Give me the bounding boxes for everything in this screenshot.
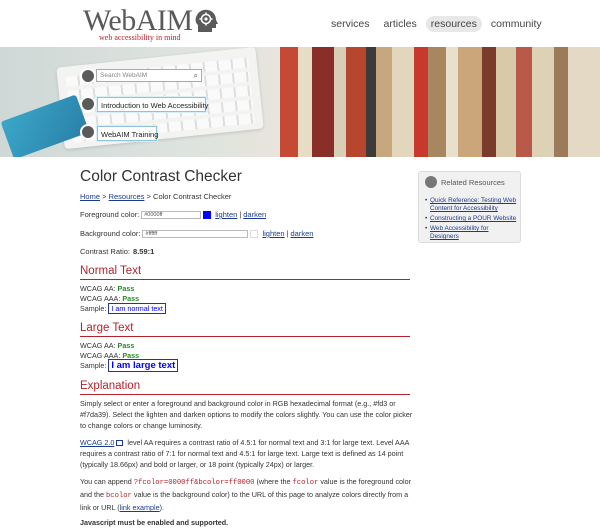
sample-label: Sample: (80, 304, 107, 313)
head-icon (425, 176, 437, 188)
explanation-paragraph-1: Simply select or enter a foreground and … (80, 399, 413, 430)
search-icon[interactable]: ⌕ (194, 71, 198, 81)
pass-badge: Pass (117, 341, 135, 350)
background-color-picker[interactable] (250, 229, 259, 238)
contrast-ratio-value: 8.59:1 (133, 247, 155, 256)
related-link-pour-website[interactable]: Constructing a POUR Website (430, 215, 516, 222)
fcolor-code: fcolor (292, 479, 319, 487)
list-item: Constructing a POUR Website (425, 215, 517, 223)
sample-label: Sample: (80, 361, 107, 370)
related-link-quick-reference[interactable]: Quick Reference: Testing Web Content for… (430, 197, 516, 212)
large-text-sample: I am large text (108, 359, 179, 372)
banner-books-image (280, 47, 600, 157)
wcag-aaa-label: WCAG AAA: (80, 294, 121, 303)
contrast-ratio-label: Contrast Ratio: (80, 247, 131, 256)
contrast-ratio: Contrast Ratio: 8.59:1 (80, 247, 154, 256)
foreground-color-input[interactable]: #0000ff (141, 210, 202, 219)
page-title: Color Contrast Checker (80, 168, 242, 185)
background-color-input[interactable]: #ffffff (142, 229, 249, 238)
background-row: Background color: #ffffff lighten | dark… (80, 229, 313, 238)
webaim-training-link[interactable]: WebAIM Training (97, 126, 158, 141)
javascript-notice: Javascript must be enabled and supported… (80, 518, 229, 527)
nav-resources[interactable]: resources (425, 16, 482, 32)
nav-articles[interactable]: articles (379, 16, 422, 32)
wcag-aa-label: WCAG AA: (80, 341, 116, 350)
webaim-logo[interactable]: WebAIM web accessibility in mind (83, 6, 223, 42)
pass-badge: Pass (117, 284, 135, 293)
related-resources-title: Related Resources (441, 178, 505, 187)
breadcrumb-separator: > (146, 192, 151, 201)
foreground-label: Foreground color: (80, 210, 140, 219)
search-input[interactable]: Search WebAIM ⌕ (96, 69, 202, 82)
related-resources-list: Quick Reference: Testing Web Content for… (425, 197, 517, 243)
paragraph-text: You can append (80, 477, 134, 486)
list-item: Web Accessibility for Designers (425, 225, 517, 241)
intro-to-accessibility-link[interactable]: Introduction to Web Accessibility (97, 97, 208, 112)
wcag-link[interactable]: WCAG 2.0 (80, 438, 114, 447)
logo-tagline: web accessibility in mind (99, 33, 181, 42)
info-tile-icon (80, 96, 96, 112)
paragraph-text: ). (159, 503, 165, 512)
normal-text-sample: I am normal text (108, 303, 166, 314)
explanation-heading: Explanation (80, 379, 410, 395)
pass-badge: Pass (122, 294, 140, 303)
main-content: Color Contrast Checker Home > Resources … (80, 168, 410, 201)
nav-services[interactable]: services (326, 16, 375, 32)
breadcrumb-resources[interactable]: Resources (109, 192, 145, 201)
link-example[interactable]: link example (120, 503, 160, 512)
external-link-icon (116, 440, 124, 447)
breadcrumb-current: Color Contrast Checker (153, 192, 232, 201)
background-label: Background color: (80, 229, 141, 238)
background-darken-link[interactable]: darken (291, 229, 314, 238)
normal-aa-result: WCAG AA: Pass (80, 284, 134, 293)
url-param-code: ?fcolor=0000ff&bcolor=ff0000 (133, 479, 255, 487)
large-text-heading: Large Text (80, 321, 410, 337)
main-nav: services articles resources community (326, 16, 547, 32)
wcag-requirements-text: level AA requires a contrast ratio of 4.… (80, 438, 410, 469)
normal-sample-row: Sample: I am normal text (80, 303, 166, 314)
explanation-paragraph-3: You can append ?fcolor=0000ff&bcolor=ff0… (80, 476, 416, 513)
breadcrumb: Home > Resources > Color Contrast Checke… (80, 192, 410, 201)
explanation-paragraph-2: WCAG 2.0 level AA requires a contrast ra… (80, 437, 416, 470)
link-divider: | (239, 210, 242, 219)
large-aa-result: WCAG AA: Pass (80, 341, 134, 350)
site-header: WebAIM web accessibility in mind service… (0, 0, 600, 47)
foreground-lighten-link[interactable]: lighten (215, 210, 237, 219)
breadcrumb-home[interactable]: Home (80, 192, 100, 201)
normal-aaa-result: WCAG AAA: Pass (80, 294, 139, 303)
normal-text-heading: Normal Text (80, 264, 410, 280)
large-sample-row: Sample: I am large text (80, 359, 179, 372)
related-resources-panel: Related Resources Quick Reference: Testi… (418, 171, 521, 243)
training-tile-icon (80, 124, 96, 140)
logo-wordmark: WebAIM (83, 4, 193, 37)
list-item: Quick Reference: Testing Web Content for… (425, 197, 517, 213)
search-placeholder: Search WebAIM (100, 72, 148, 79)
foreground-row: Foreground color: #0000ff lighten | dark… (80, 210, 266, 219)
wcag-aa-label: WCAG AA: (80, 284, 116, 293)
bcolor-code: bcolor (105, 492, 132, 500)
link-divider: | (286, 229, 289, 238)
paragraph-text: (where the (254, 477, 293, 486)
related-link-designers[interactable]: Web Accessibility for Designers (430, 225, 488, 240)
search-tile-icon (80, 68, 96, 84)
foreground-darken-link[interactable]: darken (243, 210, 266, 219)
nav-community[interactable]: community (486, 16, 547, 32)
background-lighten-link[interactable]: lighten (262, 229, 284, 238)
breadcrumb-separator: > (102, 192, 107, 201)
foreground-color-picker[interactable] (203, 210, 212, 219)
head-gear-icon (195, 9, 218, 32)
